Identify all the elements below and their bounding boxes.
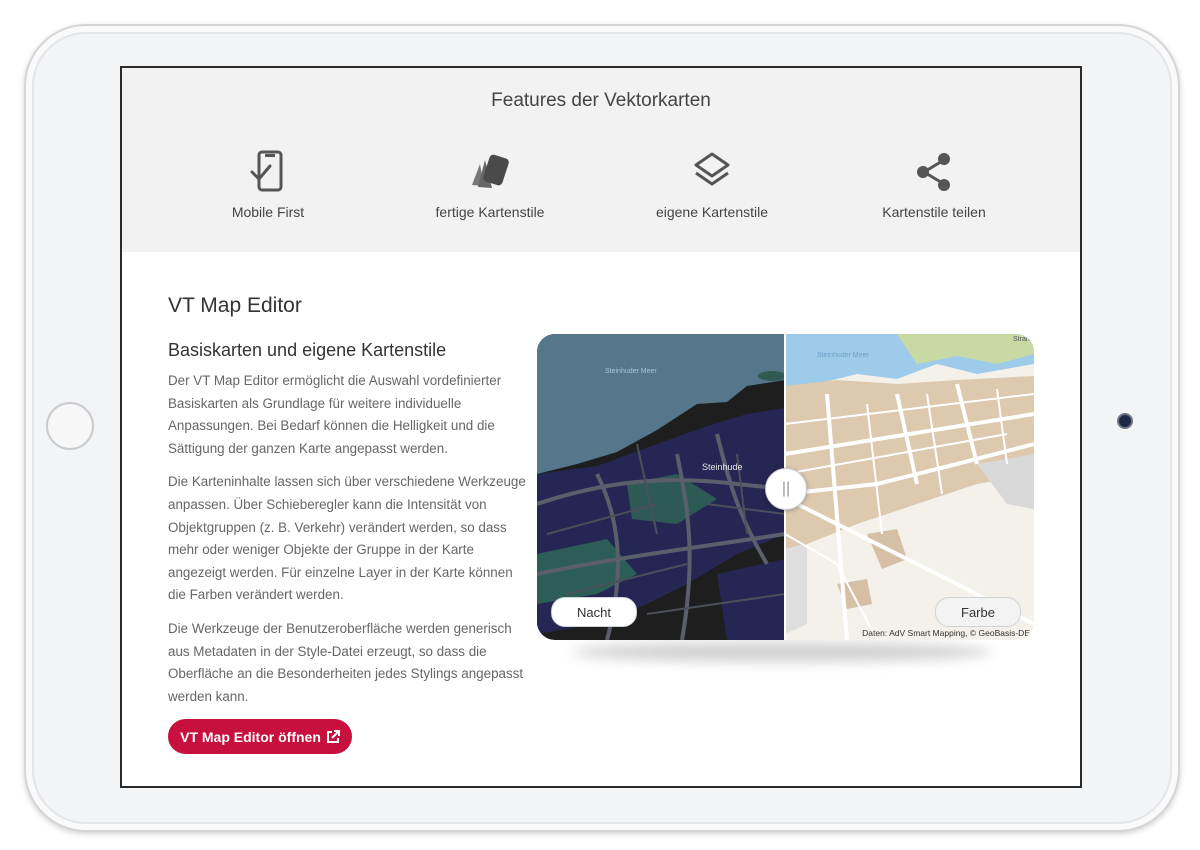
description-paragraph: Die Werkzeuge der Benutzeroberfläche wer… [168, 620, 524, 704]
feature-eigene-kartenstile: eigene Kartenstile [602, 150, 822, 220]
feature-mobile-first: Mobile First [158, 150, 378, 220]
share-icon [917, 153, 950, 191]
feature-fertige-kartenstile: fertige Kartenstile [380, 150, 600, 220]
open-map-editor-label: VT Map Editor öffnen [180, 728, 321, 745]
map-label-town: Steinhude [702, 462, 743, 472]
description-paragraph: Die Karteninhalte lassen sich über versc… [168, 474, 526, 603]
editor-description: Der VT Map Editor ermöglicht die Auswahl… [168, 370, 528, 719]
editor-subtitle: Basiskarten und eigene Kartenstile [168, 340, 447, 360]
open-map-editor-button[interactable]: VT Map Editor öffnen [168, 719, 352, 754]
screen: Features der Vektorkarten Mobile First f… [120, 66, 1082, 788]
feature-label: Mobile First [231, 204, 305, 220]
feature-kartenstile-teilen: Kartenstile teilen [824, 150, 1044, 220]
home-button[interactable] [46, 402, 94, 450]
compare-slider-handle[interactable]: || [765, 468, 807, 510]
editor-title: VT Map Editor [168, 294, 302, 317]
mobile-check-icon [250, 150, 283, 192]
map-comparison[interactable]: Steinhuder Meer Steinhuder Meer Steinhud… [537, 334, 1034, 640]
description-paragraph: Der VT Map Editor ermöglicht die Auswahl… [168, 373, 502, 456]
layers-icon [694, 152, 730, 186]
feature-label: fertige Kartenstile [435, 204, 545, 220]
color-style-button[interactable]: Farbe [935, 597, 1021, 627]
camera-icon [1119, 415, 1131, 427]
map-attribution: Daten: AdV Smart Mapping, © GeoBasis-DE [862, 628, 1030, 638]
map-label-lake-dark: Steinhuder Meer [605, 368, 657, 375]
night-style-button[interactable]: Nacht [551, 597, 637, 627]
swatches-icon [472, 154, 509, 188]
map-label-edge: Stran [1013, 336, 1030, 343]
features-title: Features der Vektorkarten [491, 90, 711, 111]
features-section: Features der Vektorkarten Mobile First f… [122, 68, 1080, 252]
feature-label: eigene Kartenstile [655, 204, 769, 220]
external-link-icon [326, 729, 340, 743]
map-shadow [572, 642, 992, 662]
map-label-lake-light: Steinhuder Meer [817, 352, 869, 359]
feature-label: Kartenstile teilen [882, 204, 986, 220]
